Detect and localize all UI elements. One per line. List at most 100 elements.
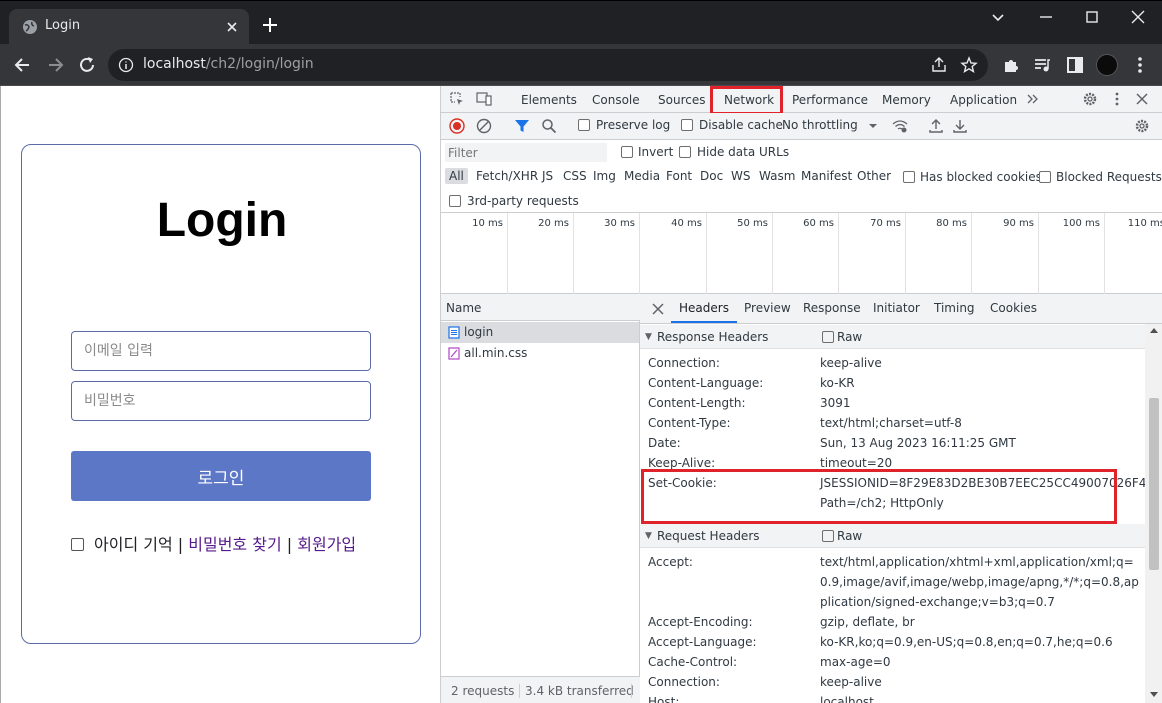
close-details-icon[interactable] — [650, 301, 666, 317]
password-field[interactable] — [71, 381, 371, 421]
reload-icon[interactable] — [77, 55, 97, 75]
type-filter-font[interactable]: Font — [666, 169, 692, 183]
login-button[interactable]: 로그인 — [71, 451, 371, 501]
type-filter-media[interactable]: Media — [624, 169, 660, 183]
tab-application[interactable]: Application — [950, 93, 1017, 107]
find-password-link[interactable]: 비밀번호 찾기 — [188, 535, 281, 554]
export-har-icon[interactable] — [952, 118, 968, 134]
share-icon[interactable] — [930, 56, 948, 74]
import-har-icon[interactable] — [928, 118, 944, 134]
expand-triangle-icon[interactable]: ▼ — [645, 531, 652, 541]
more-tabs-icon[interactable] — [1025, 91, 1041, 107]
search-icon[interactable] — [541, 118, 557, 134]
type-filter-all[interactable]: All — [445, 168, 468, 184]
document-icon — [448, 326, 460, 339]
tab-performance[interactable]: Performance — [792, 93, 868, 107]
bookmark-star-icon[interactable] — [960, 56, 978, 74]
header-value: ko-KR,ko;q=0.9,en-US;q=0.8,en;q=0.7,he;q… — [820, 635, 1113, 649]
type-filter-img[interactable]: Img — [593, 169, 616, 183]
raw-checkbox[interactable] — [822, 530, 834, 542]
close-window-icon[interactable] — [1128, 7, 1148, 27]
tab-timing[interactable]: Timing — [934, 301, 975, 315]
chevron-down-icon[interactable] — [865, 118, 881, 134]
inspect-element-icon[interactable] — [449, 91, 465, 107]
settings-gear-icon[interactable] — [1082, 91, 1098, 107]
raw-checkbox[interactable] — [822, 331, 834, 343]
minimize-icon[interactable] — [1036, 7, 1056, 27]
close-tab-icon[interactable] — [223, 18, 241, 36]
throttling-select[interactable]: No throttling — [782, 118, 858, 132]
tab-headers[interactable]: Headers — [671, 301, 737, 323]
tab-console[interactable]: Console — [592, 93, 640, 107]
type-filter-manifest[interactable]: Manifest — [801, 169, 852, 183]
tab-response[interactable]: Response — [803, 301, 861, 315]
preserve-log-label: Preserve log — [596, 118, 671, 132]
scrollbar-thumb[interactable] — [1149, 398, 1159, 570]
disable-cache-checkbox[interactable] — [681, 119, 693, 131]
request-headers-section[interactable]: ▼ Request Headers Raw — [640, 524, 1145, 548]
type-filter-other[interactable]: Other — [857, 169, 891, 183]
remember-checkbox[interactable] — [71, 538, 84, 551]
network-settings-icon[interactable] — [1134, 118, 1150, 134]
has-blocked-cookies-checkbox[interactable] — [903, 171, 915, 183]
record-stop-icon[interactable] — [449, 118, 465, 134]
email-field[interactable] — [71, 331, 371, 371]
tab-sources[interactable]: Sources — [658, 93, 705, 107]
filter-input[interactable] — [445, 143, 607, 162]
clear-icon[interactable] — [476, 118, 492, 134]
signup-link[interactable]: 회원가입 — [297, 535, 356, 554]
details-scrollbar[interactable] — [1145, 324, 1162, 703]
site-info-icon[interactable] — [118, 57, 134, 73]
tab-initiator[interactable]: Initiator — [873, 301, 920, 315]
tab-preview[interactable]: Preview — [744, 301, 791, 315]
back-icon[interactable] — [13, 55, 33, 75]
tab-strip: Login — [0, 0, 1162, 45]
set-cookie-highlight — [641, 469, 1117, 524]
maximize-icon[interactable] — [1082, 7, 1102, 27]
browser-tab[interactable]: Login — [9, 9, 249, 45]
address-bar[interactable]: localhost/ch2/login/login — [108, 49, 988, 81]
header-key: Date: — [648, 436, 681, 450]
side-panel-icon[interactable] — [1065, 55, 1085, 75]
forward-icon[interactable] — [45, 55, 65, 75]
response-headers-section[interactable]: ▼ Response Headers Raw — [640, 325, 1145, 349]
invert-checkbox[interactable] — [621, 146, 633, 158]
close-devtools-icon[interactable] — [1134, 91, 1150, 107]
type-filter-wasm[interactable]: Wasm — [759, 169, 795, 183]
device-toolbar-icon[interactable] — [476, 91, 492, 107]
preserve-log-checkbox[interactable] — [578, 119, 590, 131]
scroll-down-icon[interactable] — [1149, 691, 1159, 699]
request-row[interactable]: login — [441, 322, 639, 343]
url-text[interactable]: localhost/ch2/login/login — [143, 56, 314, 72]
menu-kebab-icon[interactable] — [1130, 55, 1150, 75]
type-filter-ws[interactable]: WS — [731, 169, 750, 183]
header-value: localhost — [820, 695, 874, 703]
name-column-header[interactable]: Name — [446, 301, 481, 315]
request-row[interactable]: all.min.css — [441, 343, 639, 364]
type-filter-fetch-xhr[interactable]: Fetch/XHR — [476, 169, 538, 183]
new-tab-icon[interactable] — [261, 16, 279, 34]
expand-triangle-icon[interactable]: ▼ — [645, 332, 652, 342]
tab-elements[interactable]: Elements — [521, 93, 577, 107]
header-value: text/html,application/xhtml+xml,applicat… — [820, 555, 1139, 609]
type-filter-js[interactable]: JS — [542, 169, 553, 183]
browser-toolbar: localhost/ch2/login/login — [0, 44, 1162, 86]
tab-search-icon[interactable] — [988, 7, 1008, 27]
tab-memory[interactable]: Memory — [882, 93, 931, 107]
profile-avatar[interactable] — [1096, 54, 1118, 76]
type-filter-doc[interactable]: Doc — [700, 169, 723, 183]
hide-data-urls-checkbox[interactable] — [679, 146, 691, 158]
tab-cookies[interactable]: Cookies — [990, 301, 1037, 315]
filter-icon[interactable] — [514, 118, 530, 134]
scroll-up-icon[interactable] — [1149, 326, 1159, 334]
extensions-icon[interactable] — [1001, 55, 1021, 75]
type-filter-css[interactable]: CSS — [563, 169, 587, 183]
request-list-header[interactable]: Name — [441, 294, 640, 321]
media-control-icon[interactable] — [1032, 55, 1052, 75]
timeline-overview[interactable]: 10 ms 20 ms 30 ms 40 ms 50 ms 60 ms 70 m… — [441, 213, 1162, 294]
blocked-requests-checkbox[interactable] — [1039, 171, 1051, 183]
network-conditions-icon[interactable] — [892, 118, 908, 134]
timeline-tick: 10 ms — [441, 213, 508, 294]
third-party-checkbox[interactable] — [449, 195, 461, 207]
devtools-menu-icon[interactable] — [1109, 91, 1125, 107]
